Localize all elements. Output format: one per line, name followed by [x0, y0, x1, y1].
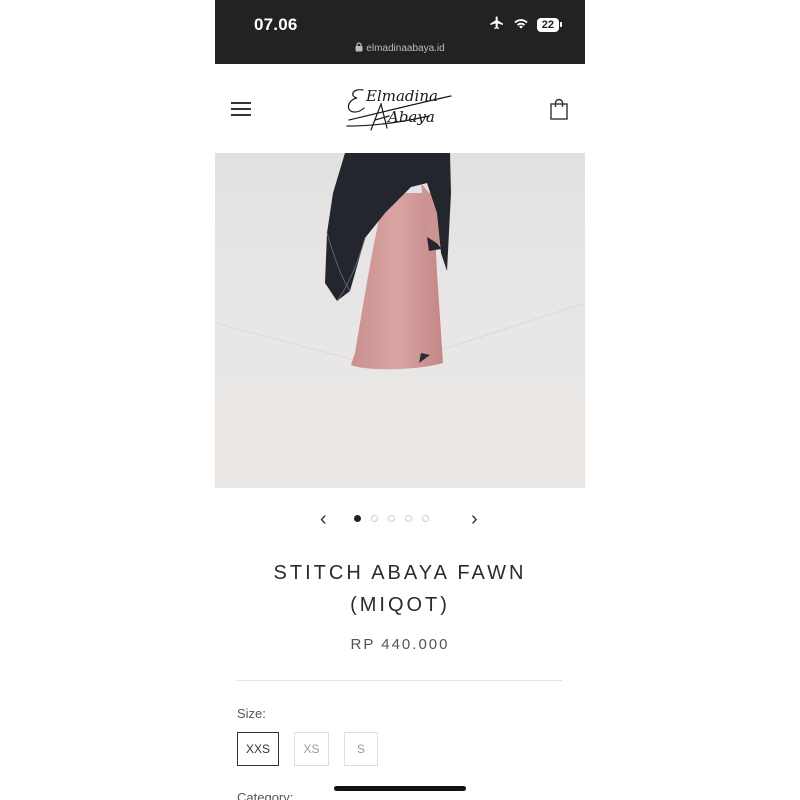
product-image[interactable] — [215, 153, 585, 488]
carousel-dot[interactable] — [405, 515, 412, 522]
size-option-s[interactable]: S — [344, 732, 378, 766]
brand-logo[interactable]: Elmadina Abaya — [343, 82, 457, 136]
menu-icon[interactable] — [231, 100, 251, 116]
carousel-dots — [354, 515, 429, 522]
divider — [237, 680, 562, 681]
carousel-dot[interactable] — [371, 515, 378, 522]
carousel-dot[interactable] — [388, 515, 395, 522]
category-label: Category: — [237, 790, 294, 800]
product-title-line2: (MIQOT) — [350, 594, 450, 616]
size-label: Size: — [237, 706, 266, 721]
clock: 07.06 — [254, 15, 298, 34]
site-header: Elmadina Abaya — [215, 64, 585, 154]
home-indicator[interactable] — [334, 786, 466, 791]
chevron-left-icon[interactable]: ‹ — [320, 507, 327, 531]
shopping-bag-icon[interactable] — [549, 98, 569, 120]
image-carousel-controls: ‹ › — [215, 505, 585, 533]
address-bar[interactable]: elmadinaabaya.id — [215, 42, 585, 55]
url-text: elmadinaabaya.id — [366, 43, 445, 54]
lock-icon — [355, 42, 363, 55]
product-price: RP 440.000 — [350, 636, 450, 653]
carousel-dot[interactable] — [422, 515, 429, 522]
airplane-icon — [489, 15, 505, 36]
product-title-line1: STITCH ABAYA FAWN — [273, 562, 527, 584]
carousel-dot[interactable] — [354, 515, 361, 522]
status-icons: 22 — [489, 15, 563, 36]
size-option-xs[interactable]: XS — [294, 732, 329, 766]
phone-screen: 07.06 22 elmadinaabaya.id Elmadina Abaya… — [215, 0, 585, 800]
logo-text-line2: Abaya — [386, 108, 435, 126]
chevron-right-icon[interactable]: › — [471, 507, 478, 531]
wifi-icon — [513, 16, 529, 35]
status-bar: 07.06 22 elmadinaabaya.id — [215, 0, 585, 64]
logo-text-line1: Elmadina — [365, 87, 438, 105]
size-selector: XXS XS S — [237, 732, 378, 766]
product-title: STITCH ABAYA FAWN (MIQOT) — [235, 557, 565, 621]
battery-icon: 22 — [536, 18, 563, 32]
size-option-xxs[interactable]: XXS — [237, 732, 279, 766]
